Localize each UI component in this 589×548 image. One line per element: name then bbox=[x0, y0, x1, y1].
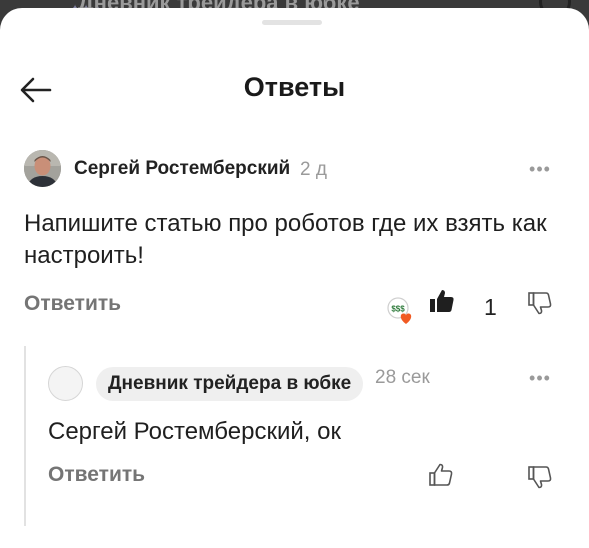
page-title: Ответы bbox=[243, 72, 346, 102]
reply-dislike-icon[interactable] bbox=[527, 463, 555, 491]
reaction-badge-icon: $$$ bbox=[386, 296, 416, 326]
avatar[interactable] bbox=[24, 150, 61, 187]
thread-line bbox=[24, 346, 26, 526]
comment-time: 2 д bbox=[300, 159, 327, 180]
reply-reply-button[interactable]: Ответить bbox=[48, 463, 145, 487]
reply-button[interactable]: Ответить bbox=[24, 292, 121, 316]
reply-author-chip[interactable]: Дневник трейдера в юбке bbox=[96, 367, 364, 401]
sheet-grabber[interactable] bbox=[262, 20, 322, 25]
like-count: 1 bbox=[484, 294, 497, 320]
reply-avatar[interactable] bbox=[48, 366, 83, 401]
comment-text: Напишите статью про роботов где их взять… bbox=[24, 210, 547, 269]
reaction-badge-text: $$$ bbox=[391, 305, 405, 314]
comment-author[interactable]: Сергей Ростемберский bbox=[74, 158, 290, 180]
dislike-icon[interactable] bbox=[527, 289, 555, 317]
replies-sheet: Ответы Сергей Ростемберский 2 д ••• Напи… bbox=[0, 8, 589, 548]
reply-more-options-icon[interactable]: ••• bbox=[526, 369, 554, 391]
reply-text: Сергей Ростемберский, ок bbox=[48, 418, 341, 445]
reply-like-icon[interactable] bbox=[428, 461, 456, 489]
like-icon[interactable] bbox=[428, 287, 456, 315]
more-options-icon[interactable]: ••• bbox=[526, 160, 554, 182]
reply-time: 28 сек bbox=[375, 367, 430, 388]
